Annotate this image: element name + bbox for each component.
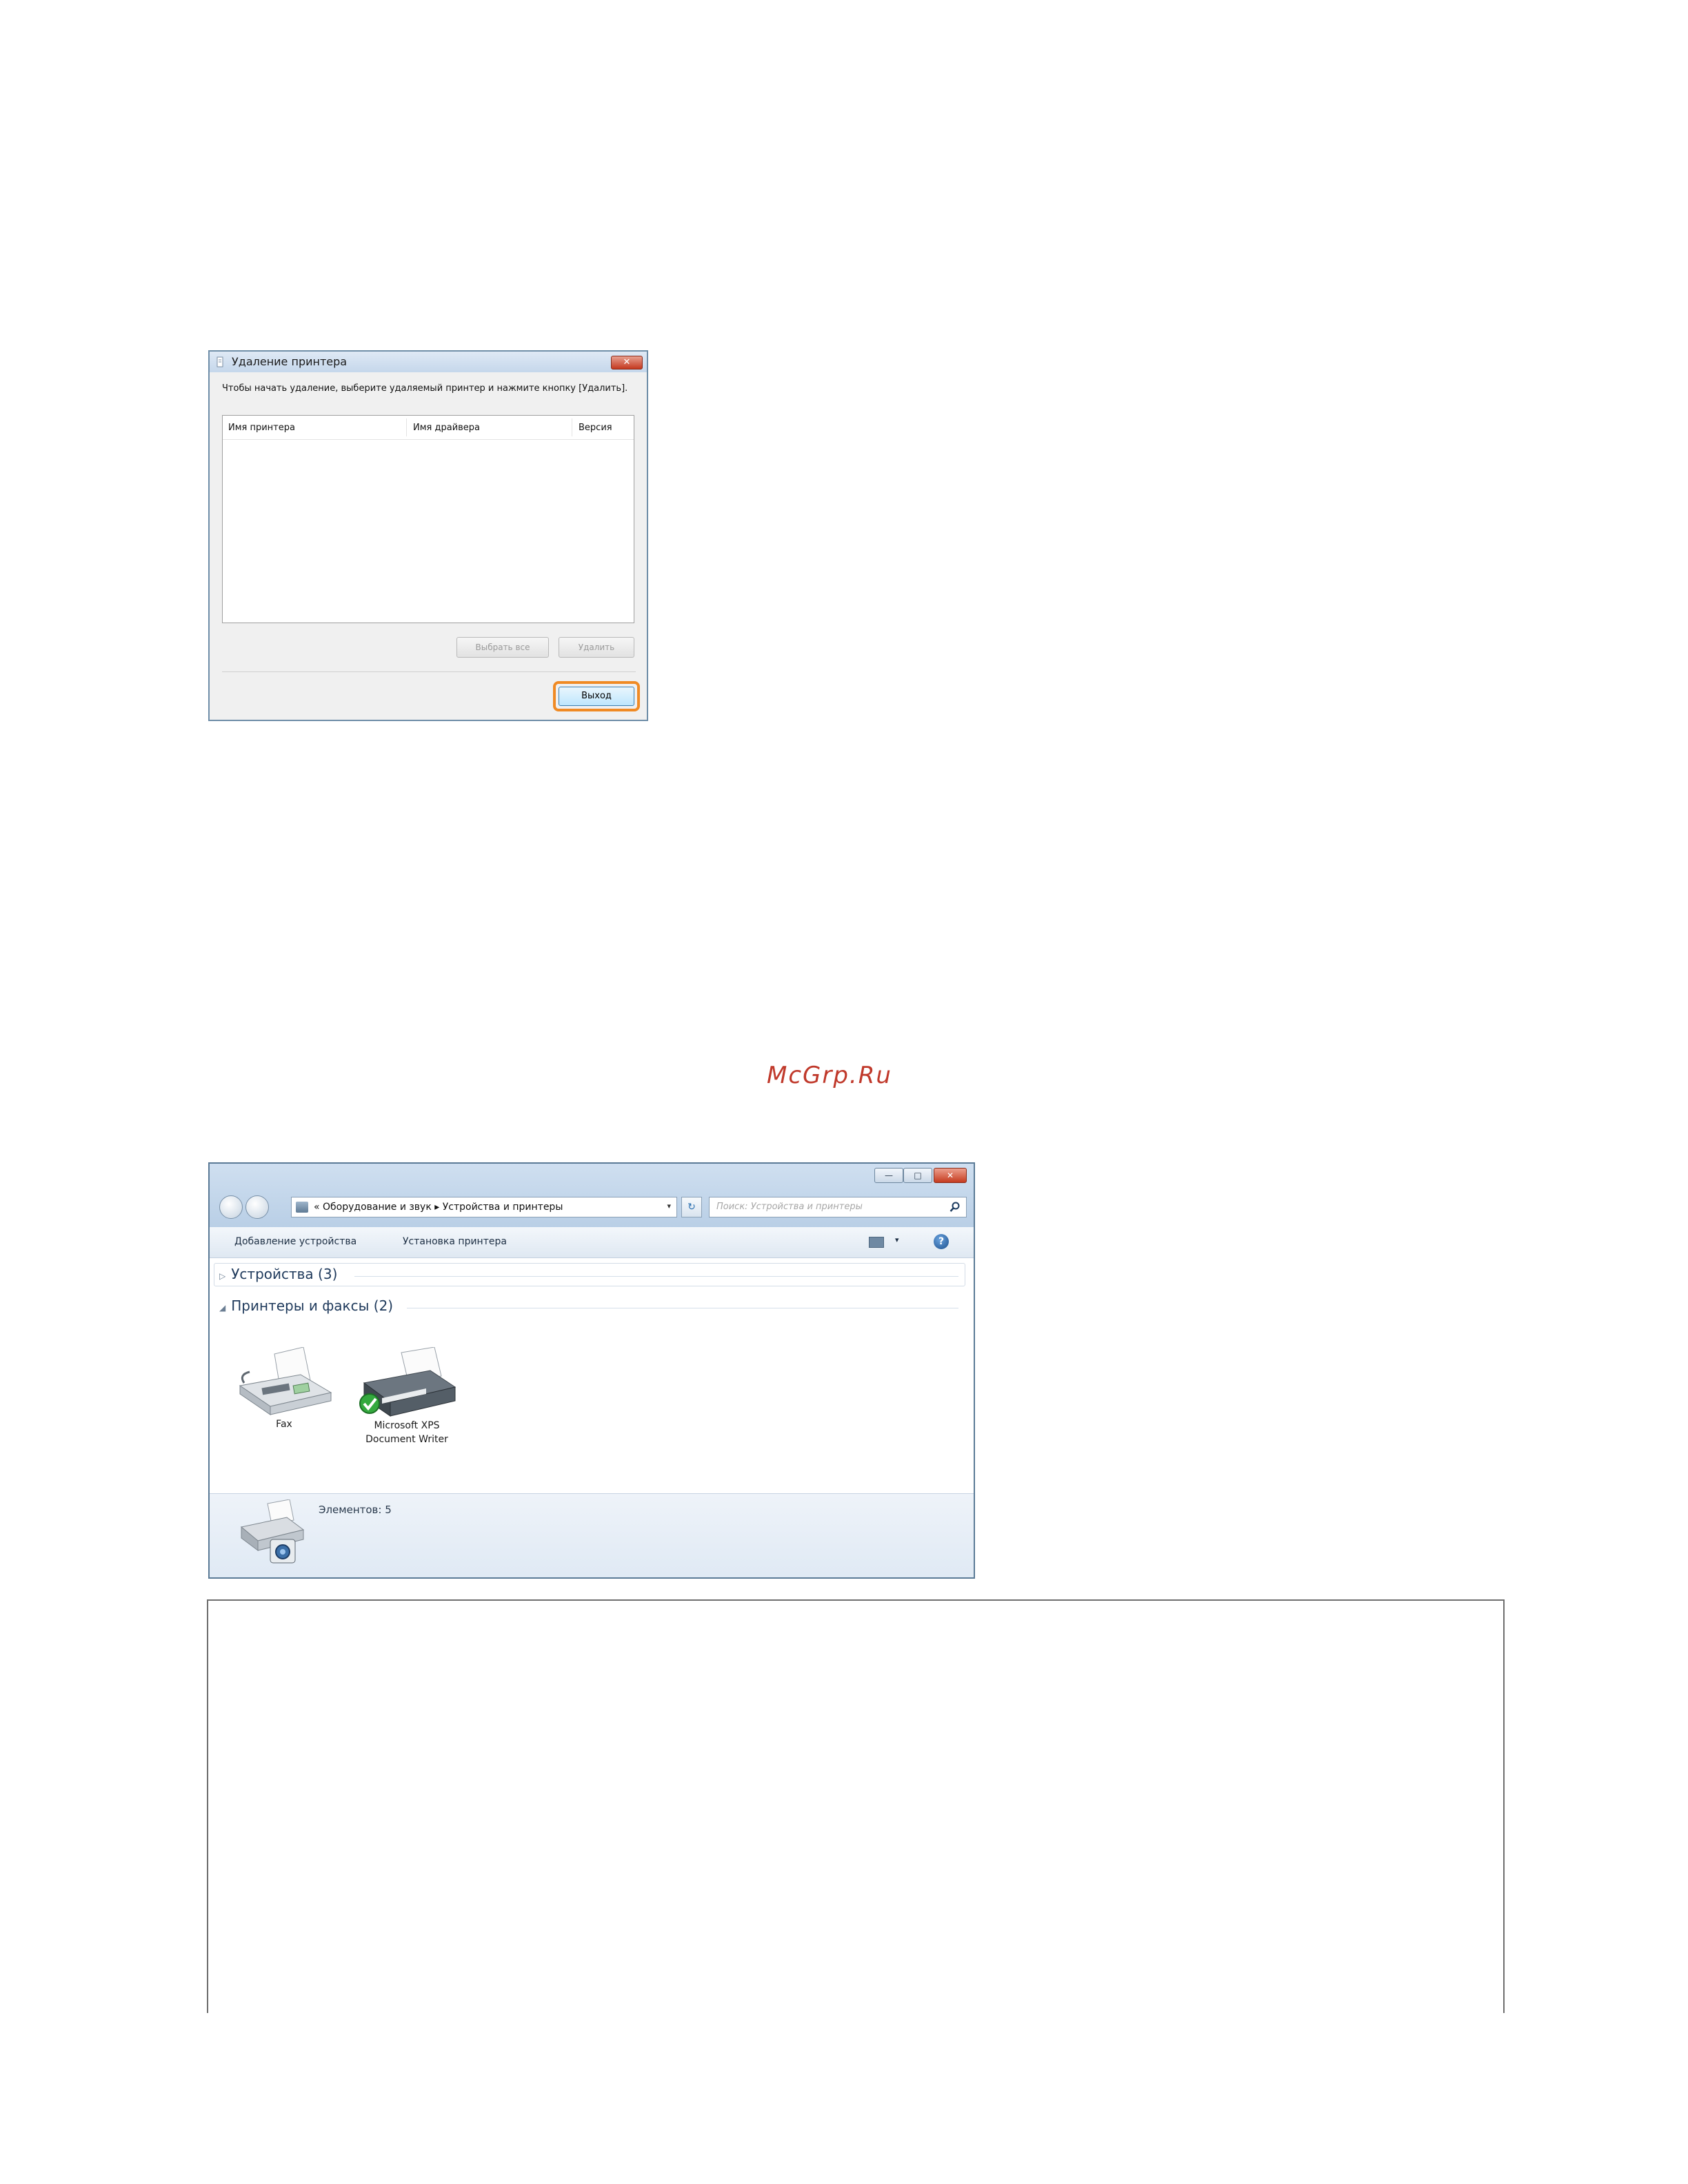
devices-group-label[interactable]: ▷ Устройства (3) <box>219 1266 337 1282</box>
breadcrumb-separator[interactable]: ▸ <box>434 1202 439 1213</box>
printer-icon <box>359 1347 456 1417</box>
note-box <box>207 1599 1505 2013</box>
collapse-arrow-icon: ◢ <box>219 1303 226 1313</box>
close-button[interactable]: ✕ <box>611 356 643 370</box>
printers-group-title: Принтеры и факсы (2) <box>231 1297 394 1314</box>
device-fax[interactable]: Fax <box>230 1347 338 1450</box>
printers-group-label[interactable]: ◢ Принтеры и факсы (2) <box>219 1297 393 1314</box>
control-panel-icon <box>296 1202 308 1213</box>
breadcrumb-devices-printers[interactable]: Устройства и принтеры <box>443 1202 563 1213</box>
address-dropdown-icon[interactable]: ▾ <box>667 1202 671 1211</box>
back-button[interactable] <box>219 1195 243 1219</box>
details-pane: Элементов: 5 <box>210 1493 974 1577</box>
delete-button[interactable]: Удалить <box>559 637 634 658</box>
devices-printers-icon <box>240 1499 305 1564</box>
exit-button[interactable]: Выход <box>559 687 634 706</box>
watermark-text: McGrp.Ru <box>767 1062 892 1089</box>
view-options-icon[interactable] <box>869 1237 884 1248</box>
add-device-button[interactable]: Добавление устройства <box>234 1236 356 1247</box>
dialog-titlebar: Удаление принтера ✕ <box>210 352 647 372</box>
refresh-button[interactable]: ↻ <box>681 1197 702 1217</box>
devices-group-title: Устройства (3) <box>231 1266 338 1282</box>
fax-icon <box>239 1347 332 1415</box>
column-version[interactable]: Версия <box>579 423 612 433</box>
column-driver-name[interactable]: Имя драйвера <box>413 423 480 433</box>
exit-button-highlight: Выход <box>553 681 640 711</box>
printer-driver-icon <box>217 356 223 367</box>
breadcrumb-overflow[interactable]: « <box>314 1202 320 1213</box>
search-icon[interactable] <box>950 1202 961 1213</box>
close-button[interactable]: ✕ <box>934 1168 967 1183</box>
printer-list[interactable]: Имя принтера Имя драйвера Версия <box>222 415 634 623</box>
device-label: Fax <box>276 1419 292 1430</box>
column-printer-name[interactable]: Имя принтера <box>228 423 295 433</box>
devices-and-printers-window: — □ ✕ « Оборудование и звук ▸ Устройства… <box>208 1162 975 1579</box>
uninstall-printer-dialog: Удаление принтера ✕ Чтобы начать удалени… <box>208 350 648 721</box>
view-dropdown-icon[interactable]: ▾ <box>895 1235 899 1244</box>
maximize-button[interactable]: □ <box>903 1168 932 1183</box>
dialog-divider <box>222 671 636 672</box>
forward-button[interactable] <box>245 1195 269 1219</box>
search-placeholder: Поиск: Устройства и принтеры <box>716 1202 863 1212</box>
item-count: Элементов: 5 <box>319 1504 392 1516</box>
help-icon[interactable]: ? <box>934 1234 949 1249</box>
install-printer-button[interactable]: Установка принтера <box>403 1236 507 1247</box>
search-input[interactable]: Поиск: Устройства и принтеры <box>709 1197 967 1217</box>
minimize-button[interactable]: — <box>874 1168 903 1183</box>
device-label: Microsoft XPS Document Writer <box>365 1420 448 1445</box>
address-bar[interactable]: « Оборудование и звук ▸ Устройства и при… <box>291 1197 677 1217</box>
list-header: Имя принтера Имя драйвера Версия <box>223 416 634 440</box>
command-bar: Добавление устройства Установка принтера… <box>210 1227 974 1258</box>
instruction-text: Чтобы начать удаление, выберите удаляемы… <box>222 383 628 394</box>
group-divider <box>354 1276 958 1277</box>
select-all-button[interactable]: Выбрать все <box>456 637 549 658</box>
device-microsoft-xps-document-writer[interactable]: Microsoft XPS Document Writer <box>348 1347 466 1464</box>
window-chrome: — □ ✕ « Оборудование и звук ▸ Устройства… <box>210 1164 974 1227</box>
column-divider[interactable] <box>406 418 407 436</box>
dialog-title: Удаление принтера <box>232 355 348 368</box>
breadcrumb-hardware-sound[interactable]: Оборудование и звук <box>323 1202 432 1213</box>
expand-arrow-icon: ▷ <box>219 1271 226 1281</box>
breadcrumb: « Оборудование и звук ▸ Устройства и при… <box>314 1202 563 1213</box>
